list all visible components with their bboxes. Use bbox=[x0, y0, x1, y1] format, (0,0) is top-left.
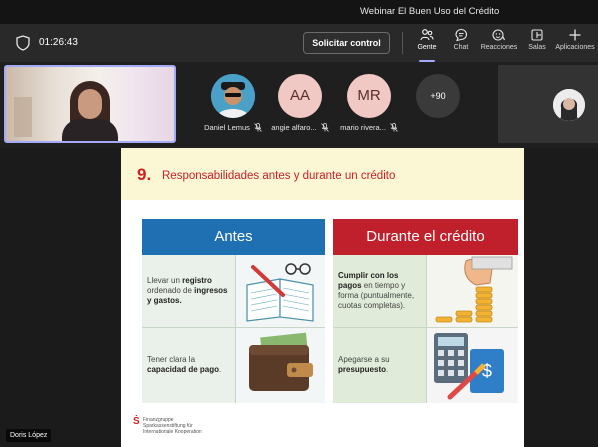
slide-number: 9. bbox=[137, 165, 152, 184]
people-label: Gente bbox=[417, 44, 437, 51]
meeting-timer: 01:26:43 bbox=[39, 37, 78, 48]
shield-icon bbox=[16, 35, 30, 51]
reactions-label: Reacciones bbox=[480, 44, 518, 51]
toolbar-divider bbox=[402, 32, 403, 54]
grid-divider bbox=[142, 327, 325, 328]
cell-text-bold: registro bbox=[182, 276, 212, 285]
apps-label: Aplicaciones bbox=[555, 44, 595, 51]
durante-cell-1: Cumplir con los pagos en tiempo y forma … bbox=[333, 255, 426, 327]
wallet-illustration bbox=[235, 327, 325, 403]
participant-mario[interactable]: MR mario rivera... bbox=[336, 74, 402, 132]
more-participants-count: +90 bbox=[416, 74, 460, 118]
apps-button[interactable]: Aplicaciones bbox=[555, 28, 595, 58]
add-apps-icon bbox=[569, 29, 581, 41]
column-header-antes: Antes bbox=[142, 219, 325, 255]
video-person-face bbox=[78, 89, 102, 119]
rooms-label: Salas bbox=[528, 44, 546, 51]
calculator-illustration: $ bbox=[426, 327, 518, 403]
durante-cell-2: Apegarse a su presupuesto. bbox=[333, 327, 426, 403]
cell-text: . bbox=[386, 365, 389, 374]
rooms-button[interactable]: Salas bbox=[524, 28, 550, 58]
logo-text: Finanzgruppe Sparkassenstiftung für Inte… bbox=[143, 417, 202, 435]
chat-button[interactable]: Chat bbox=[448, 28, 474, 58]
cell-text: Tener clara la bbox=[147, 355, 196, 364]
participant-photo bbox=[553, 89, 585, 121]
cell-text: Llevar un bbox=[147, 276, 183, 285]
slide-title: Responsabilidades antes y durante un cré… bbox=[162, 170, 396, 182]
coins-hand-illustration bbox=[426, 255, 518, 327]
participant-name: angie alfaro... bbox=[271, 123, 317, 132]
avatar bbox=[553, 89, 585, 121]
cell-text-bold: presupuesto bbox=[338, 365, 387, 374]
participant-tile[interactable] bbox=[498, 65, 598, 143]
participant-name: Daniel Lemus bbox=[204, 123, 250, 132]
participant-angie[interactable]: AA angie alfaro... bbox=[267, 74, 333, 132]
meeting-toolbar: 01:26:43 Solicitar control Gente Chat Re… bbox=[0, 24, 598, 62]
column-header-durante: Durante el crédito bbox=[333, 219, 518, 255]
mic-off-icon bbox=[254, 123, 262, 132]
avatar: AA bbox=[278, 74, 322, 118]
window-title: Webinar El Buen Uso del Crédito bbox=[360, 6, 500, 17]
antes-cell-2: Tener clara la capacidad de pago. bbox=[142, 327, 235, 403]
grid-divider bbox=[333, 327, 518, 328]
rooms-icon bbox=[531, 29, 543, 41]
slide-header: 9. Responsabilidades antes y durante un … bbox=[121, 148, 524, 200]
participant-name: mario rivera... bbox=[340, 123, 386, 132]
presentation-slide: 9. Responsabilidades antes y durante un … bbox=[121, 148, 524, 447]
video-person-body bbox=[62, 119, 118, 141]
video-background bbox=[14, 97, 32, 137]
cell-text: Apegarse a su bbox=[338, 355, 390, 364]
cell-text: ordenado de bbox=[147, 286, 195, 295]
title-bar: Webinar El Buen Uso del Crédito bbox=[0, 0, 598, 24]
people-icon bbox=[420, 29, 434, 41]
chat-label: Chat bbox=[453, 44, 469, 51]
cell-text-bold: capacidad de pago bbox=[147, 365, 220, 374]
avatar: MR bbox=[347, 74, 391, 118]
participant-photo bbox=[211, 74, 255, 118]
self-video-tile[interactable] bbox=[4, 65, 176, 143]
presenter-name-tag: Doris López bbox=[6, 429, 52, 442]
antes-cell-1: Llevar un registro ordenado de ingresos … bbox=[142, 255, 235, 327]
mic-off-icon bbox=[390, 123, 398, 132]
reactions-button[interactable]: Reacciones bbox=[480, 28, 518, 58]
more-participants[interactable]: +90 bbox=[405, 74, 471, 118]
participant-strip: Daniel Lemus AA angie alfaro... MR mario… bbox=[0, 62, 598, 148]
people-button[interactable]: Gente bbox=[414, 28, 440, 62]
participant-daniel[interactable]: Daniel Lemus bbox=[200, 74, 266, 132]
sparkassenstiftung-logo: Ṡ Finanzgruppe Sparkassenstiftung für In… bbox=[133, 416, 233, 444]
grid-divider bbox=[235, 255, 236, 403]
request-control-button[interactable]: Solicitar control bbox=[303, 32, 390, 54]
mic-off-icon bbox=[320, 123, 329, 132]
chat-icon bbox=[455, 28, 468, 42]
shared-screen: 9. Responsabilidades antes y durante un … bbox=[0, 148, 598, 447]
cell-text: . bbox=[219, 365, 222, 374]
sparkasse-logo-icon: Ṡ bbox=[133, 416, 140, 427]
avatar bbox=[211, 74, 255, 118]
svg-text:$: $ bbox=[482, 361, 492, 381]
grid-divider bbox=[426, 255, 427, 403]
notebook-illustration bbox=[235, 255, 325, 327]
reactions-icon bbox=[492, 29, 506, 41]
